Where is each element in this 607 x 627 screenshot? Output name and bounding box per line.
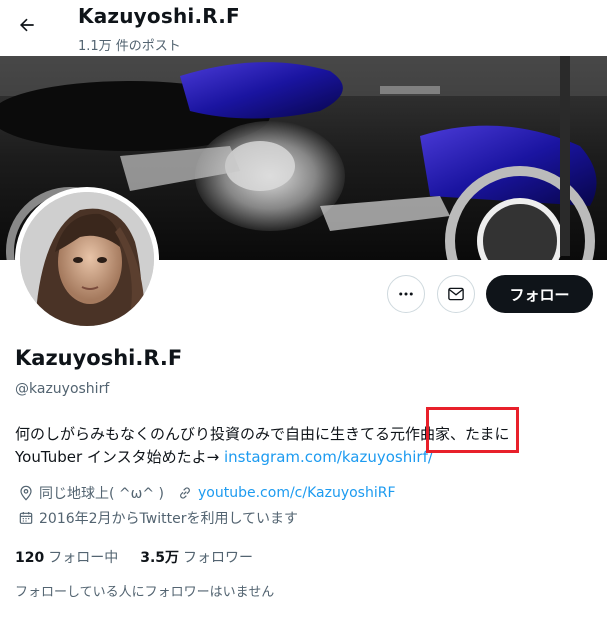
profile-header-bar: Kazuyoshi.R.F 1.1万 件のポスト	[0, 0, 607, 56]
website-link[interactable]: youtube.com/c/KazuyoshiRF	[198, 485, 396, 501]
profile-join-row: 2016年2月からTwitterを利用しています	[17, 508, 298, 528]
post-count: 1.1万 件のポスト	[78, 39, 181, 54]
message-button[interactable]	[437, 275, 475, 313]
bio-line-2: YouTuber インスタ始めたよ→ instagram.com/kazuyos…	[15, 446, 600, 469]
more-icon	[399, 292, 413, 296]
followers-count: 3.5万	[140, 550, 180, 566]
instagram-link[interactable]: instagram.com/kazuyoshirf/	[224, 448, 433, 466]
mail-icon	[448, 287, 464, 301]
mutual-followers-note: フォローしている人にフォロワーはいません	[15, 585, 275, 600]
header-title: Kazuyoshi.R.F	[78, 4, 240, 28]
bio-line-2-text: YouTuber インスタ始めたよ→	[15, 448, 224, 466]
back-button[interactable]	[10, 8, 44, 42]
followers-link[interactable]: 3.5万 フォロワー	[140, 547, 253, 567]
user-handle: @kazuyoshirf	[15, 381, 110, 397]
location-pin-icon	[17, 484, 35, 502]
followers-label: フォロワー	[183, 550, 254, 566]
avatar[interactable]	[20, 192, 154, 326]
profile-location: 同じ地球上( ^ω^ )	[39, 486, 165, 502]
profile-bio: 何のしがらみもなくのんびり投資のみで自由に生きてる元作曲家、たまに YouTub…	[15, 423, 600, 469]
link-icon	[176, 484, 194, 502]
following-link[interactable]: 120 フォロー中	[15, 547, 118, 567]
following-count: 120	[15, 550, 45, 566]
calendar-icon	[17, 509, 35, 527]
more-button[interactable]	[387, 275, 425, 313]
following-label: フォロー中	[48, 550, 119, 566]
profile-meta-row: 同じ地球上( ^ω^ ) youtube.com/c/KazuyoshiRF	[17, 483, 396, 503]
join-date: 2016年2月からTwitterを利用しています	[39, 511, 299, 527]
display-name: Kazuyoshi.R.F	[15, 346, 183, 370]
follow-button[interactable]: フォロー	[486, 275, 593, 313]
follow-stats: 120 フォロー中 3.5万 フォロワー	[15, 547, 253, 567]
back-arrow-icon	[20, 18, 34, 32]
bio-line-1: 何のしがらみもなくのんびり投資のみで自由に生きてる元作曲家、たまに	[15, 425, 510, 443]
